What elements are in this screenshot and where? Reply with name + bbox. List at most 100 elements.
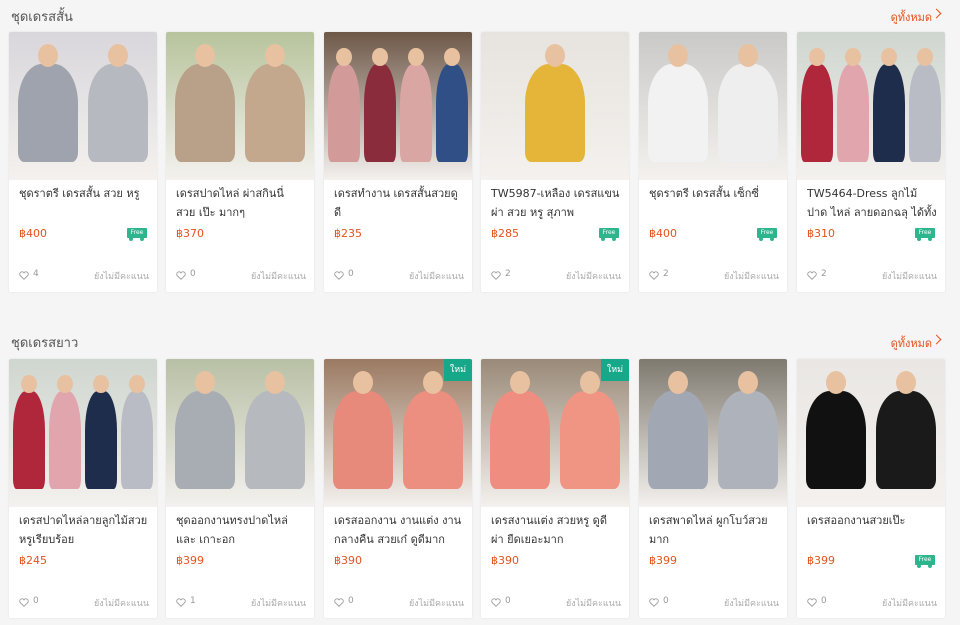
- product-card[interactable]: ชุดราตรี เดรสสั้น สวย หรู ฿400 Free 4 ยังไม่…: [9, 32, 157, 292]
- model-figure: [244, 391, 305, 489]
- new-badge: ใหม่: [444, 359, 472, 381]
- section-short-dresses: ชุดเดรสสั้น ดูทั้งหมด ชุดราตรี เดรสสั้น …: [0, 0, 960, 292]
- product-card[interactable]: เดรสทำงาน เดรสสั้นสวยดูดี ฿235 0 ยังไม่มีคะ…: [324, 32, 472, 292]
- model-head: [107, 44, 128, 67]
- model-figure: [175, 64, 236, 162]
- product-price: ฿235: [334, 227, 362, 240]
- model-figure: [908, 64, 942, 162]
- heart-icon[interactable]: [649, 598, 659, 607]
- section-title: ชุดเดรสสั้น: [11, 10, 73, 25]
- product-name[interactable]: เดรสพาดไหล่ ผูกโบว์สวย มาก: [649, 511, 779, 549]
- product-name[interactable]: ชุดราตรี เดรสสั้น สวย หรู: [19, 184, 149, 203]
- model-head: [422, 371, 443, 394]
- product-card[interactable]: เดรสปาดไหล่ลายลูกไม้สวย หรูเรียบร้อย฿245…: [9, 359, 157, 618]
- chevron-right-icon[interactable]: [931, 8, 942, 19]
- product-image[interactable]: [639, 32, 787, 180]
- like-count: 0: [821, 596, 827, 606]
- free-shipping-truck-icon: Free: [915, 555, 935, 568]
- rating-text: ยังไม่มีคะแนน: [565, 272, 621, 282]
- model-figure: [875, 391, 936, 489]
- heart-icon[interactable]: [19, 598, 29, 607]
- model-figure: [84, 391, 118, 489]
- product-name[interactable]: เดรสทำงาน เดรสสั้นสวยดูดี: [334, 184, 464, 222]
- chevron-right-icon[interactable]: [931, 334, 942, 345]
- product-name[interactable]: เดรสออกงาน งานแต่ง งาน กลางคืน สวยเก๋ ดู…: [334, 511, 464, 549]
- product-image[interactable]: [166, 359, 314, 507]
- model-figure: [402, 391, 463, 489]
- section-header: ชุดเดรสสั้น ดูทั้งหมด: [0, 0, 960, 32]
- rating-text: ยังไม่มีคะแนน: [93, 272, 149, 282]
- product-image[interactable]: [324, 32, 472, 180]
- heart-icon[interactable]: [807, 598, 817, 607]
- model-figure: [363, 64, 397, 162]
- product-price: ฿399: [807, 554, 835, 567]
- product-name[interactable]: TW5464-Dress ลูกไม้ปาด ไหล่ ลายดอกฉลุ ได…: [807, 184, 937, 222]
- product-price: ฿390: [334, 554, 362, 567]
- like-count: 0: [33, 596, 39, 606]
- rating-text: ยังไม่มีคะแนน: [723, 272, 779, 282]
- product-name[interactable]: เดรสปาดไหล่ลายลูกไม้สวย หรูเรียบร้อย: [19, 511, 149, 549]
- rating-text: ยังไม่มีคะแนน: [881, 599, 937, 609]
- product-name[interactable]: ชุดออกงานทรงปาดไหล่และ เกาะอก: [176, 511, 306, 549]
- product-name[interactable]: เดรสปาดไหล่ ผ่าสกินนี่ สวย เป๊ะ มากๆ: [176, 184, 306, 222]
- product-image[interactable]: ใหม่: [481, 359, 629, 507]
- model-figure: [717, 64, 778, 162]
- product-card[interactable]: ใหม่เดรสงานแต่ง สวยหรู ดูดี ผ่า ยืดเยอะม…: [481, 359, 629, 618]
- heart-icon[interactable]: [491, 271, 501, 280]
- heart-icon[interactable]: [334, 598, 344, 607]
- product-price: ฿399: [176, 554, 204, 567]
- product-image[interactable]: [639, 359, 787, 507]
- like-count: 0: [348, 269, 354, 279]
- product-image[interactable]: ใหม่: [324, 359, 472, 507]
- model-figure: [717, 391, 778, 489]
- heart-icon[interactable]: [807, 271, 817, 280]
- product-card[interactable]: เดรสออกงานสวยเป๊ะ฿399 Free 0 ยังไม่มีคะแนน: [797, 359, 945, 618]
- rating-text: ยังไม่มีคะแนน: [250, 599, 306, 609]
- product-image[interactable]: [481, 32, 629, 180]
- see-all-link[interactable]: ดูทั้งหมด: [891, 334, 932, 352]
- like-count: 0: [505, 596, 511, 606]
- model-figure: [872, 64, 906, 162]
- model-figure: [435, 64, 469, 162]
- product-name[interactable]: ชุดราตรี เดรสสั้น เซ็กซี่: [649, 184, 779, 203]
- heart-icon[interactable]: [176, 598, 186, 607]
- like-count: 1: [190, 596, 196, 606]
- model-head: [737, 371, 758, 394]
- free-shipping-truck-icon: Free: [127, 228, 147, 241]
- product-image[interactable]: [9, 359, 157, 507]
- product-image[interactable]: [9, 32, 157, 180]
- free-shipping-truck-icon: Free: [599, 228, 619, 241]
- product-card[interactable]: เดรสปาดไหล่ ผ่าสกินนี่ สวย เป๊ะ มากๆ ฿370…: [166, 32, 314, 292]
- product-card[interactable]: ชุดราตรี เดรสสั้น เซ็กซี่ ฿400 Free 2 ยังไม่…: [639, 32, 787, 292]
- like-count: 2: [505, 269, 511, 279]
- product-card[interactable]: เดรสพาดไหล่ ผูกโบว์สวย มาก ฿399 0 ยังไม่มีค…: [639, 359, 787, 618]
- product-card[interactable]: ใหม่เดรสออกงาน งานแต่ง งาน กลางคืน สวยเก…: [324, 359, 472, 618]
- heart-icon[interactable]: [176, 271, 186, 280]
- product-image[interactable]: [797, 359, 945, 507]
- model-figure: [648, 64, 709, 162]
- section-header: ชุดเดรสยาว ดูทั้งหมด: [0, 326, 960, 358]
- product-name[interactable]: เดรสออกงานสวยเป๊ะ: [807, 511, 937, 530]
- model-figure: [836, 64, 870, 162]
- product-name[interactable]: เดรสงานแต่ง สวยหรู ดูดี ผ่า ยืดเยอะมาก: [491, 511, 621, 549]
- product-name[interactable]: TW5987-เหลือง เดรสแขน ผ่า สวย หรู สุภาพ: [491, 184, 621, 222]
- product-price: ฿399: [649, 554, 677, 567]
- rating-text: ยังไม่มีคะแนน: [565, 599, 621, 609]
- product-image[interactable]: [166, 32, 314, 180]
- heart-icon[interactable]: [334, 271, 344, 280]
- rating-text: ยังไม่มีคะแนน: [723, 599, 779, 609]
- heart-icon[interactable]: [649, 271, 659, 280]
- see-all-link[interactable]: ดูทั้งหมด: [891, 8, 932, 26]
- heart-icon[interactable]: [491, 598, 501, 607]
- rating-text: ยังไม่มีคะแนน: [408, 599, 464, 609]
- product-card[interactable]: TW5464-Dress ลูกไม้ปาด ไหล่ ลายดอกฉลุ ได…: [797, 32, 945, 292]
- model-figure: [399, 64, 433, 162]
- model-head: [264, 44, 285, 67]
- product-price: ฿245: [19, 554, 47, 567]
- like-count: 0: [190, 269, 196, 279]
- product-image[interactable]: [797, 32, 945, 180]
- product-card[interactable]: TW5987-เหลือง เดรสแขน ผ่า สวย หรู สุภาพ฿…: [481, 32, 629, 292]
- heart-icon[interactable]: [19, 271, 29, 280]
- rating-text: ยังไม่มีคะแนน: [881, 272, 937, 282]
- product-card[interactable]: ชุดออกงานทรงปาดไหล่และ เกาะอก฿399 1 ยังไม่…: [166, 359, 314, 618]
